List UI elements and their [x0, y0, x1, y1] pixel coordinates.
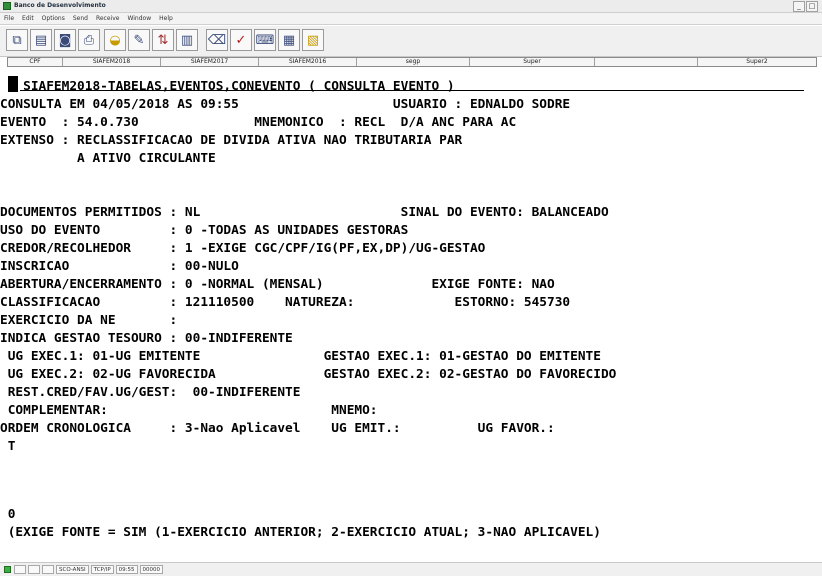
host-key-bar: CPF SIAFEM2018 SIAFEM2017 SIAFEM2016 seg…	[7, 57, 817, 67]
menu-window[interactable]: Window	[127, 13, 151, 24]
columns-icon[interactable]: ▥	[176, 29, 198, 51]
keyboard-icon[interactable]: ⌨	[254, 29, 276, 51]
window-titlebar: Banco de Desenvolvimento _ □	[0, 0, 822, 13]
status-box-3	[42, 565, 54, 574]
eraser-icon[interactable]: ⌫	[206, 29, 228, 51]
menu-receive[interactable]: Receive	[96, 13, 120, 24]
menu-edit[interactable]: Edit	[22, 13, 34, 24]
window-controls: _ □	[793, 1, 818, 12]
paste-icon[interactable]: ▤	[30, 29, 52, 51]
terminal-line-1: SIAFEM2018-TABELAS,EVENTOS,CONEVENTO ( C…	[0, 79, 455, 94]
key-segp[interactable]: segp	[357, 58, 470, 66]
terminal-line-9: CREDOR/RECOLHEDOR : 1 -EXIGE CGC/CPF/IG(…	[0, 241, 486, 256]
terminal-line-2: CONSULTA EM 04/05/2018 AS 09:55 USUARIO …	[0, 97, 571, 112]
terminal-line-19: ORDEM CRONOLOGICA : 3-Nao Aplicavel UG E…	[0, 421, 555, 436]
connection-status-icon	[4, 566, 11, 573]
key-super2[interactable]: Super2	[698, 58, 816, 66]
key-super[interactable]: Super	[470, 58, 595, 66]
toolbar: ⧉ ▤ ◙ ⎙ ◒ ✎ ⇅ ▥ ⌫ ✓ ⌨ ▦ ▧	[0, 26, 822, 57]
key-siafem2017[interactable]: SIAFEM2017	[161, 58, 259, 66]
terminal-line-16: UG EXEC.2: 02-UG FAVORECIDA GESTAO EXEC.…	[0, 367, 617, 382]
status-counter: 00000	[139, 565, 164, 574]
key-cpf[interactable]: CPF	[8, 58, 63, 66]
terminal-line-23: (EXIGE FONTE = SIM (1-EXERCICIO ANTERIOR…	[0, 525, 601, 540]
terminal-line-5: A ATIVO CIRCULANTE	[0, 151, 216, 166]
status-bar: SCO-ANSI TCP/IP 09:55 00000	[0, 562, 822, 576]
terminal-line-3: EVENTO : 54.0.730 MNEMONICO : RECL D/A A…	[0, 115, 517, 130]
terminal-line-11: ABERTURA/ENCERRAMENTO : 0 -NORMAL (MENSA…	[0, 277, 555, 292]
key-siafem2018[interactable]: SIAFEM2018	[63, 58, 161, 66]
status-box-2	[28, 565, 40, 574]
edit-icon[interactable]: ✎	[128, 29, 150, 51]
transfer-icon[interactable]: ◒	[104, 29, 126, 51]
terminal-line-14: INDICA GESTAO TESOURO : 00-INDIFERENTE	[0, 331, 293, 346]
window-title: Banco de Desenvolvimento	[14, 2, 106, 9]
terminal-screen[interactable]: SIAFEM2018-TABELAS,EVENTOS,CONEVENTO ( C…	[0, 70, 822, 554]
app-icon	[3, 2, 11, 10]
printer-icon[interactable]: ⎙	[78, 29, 100, 51]
terminal-line-7: DOCUMENTOS PERMITIDOS : NL SINAL DO EVEN…	[0, 205, 609, 220]
menu-file[interactable]: File	[4, 13, 14, 24]
toolbar-group-transfer: ◒ ✎ ⇅ ▥	[104, 29, 198, 51]
status-time: 09:55	[115, 565, 138, 574]
terminal-line-17: REST.CRED/FAV.UG/GEST: 00-INDIFERENTE	[0, 385, 301, 400]
menu-bar: File Edit Options Send Receive Window He…	[0, 13, 822, 25]
toolbar-group-edit: ⧉ ▤ ◙ ⎙	[6, 29, 100, 51]
terminal-line-13: EXERCICIO DA NE :	[0, 313, 178, 328]
key-siafem2016[interactable]: SIAFEM2016	[259, 58, 357, 66]
key-blank[interactable]	[595, 58, 698, 66]
status-protocol: TCP/IP	[90, 565, 114, 574]
terminal-line-10: INSCRICAO : 00-NULO	[0, 259, 239, 274]
camera-icon[interactable]: ◙	[54, 29, 76, 51]
status-boxes: SCO-ANSI TCP/IP 09:55 00000	[14, 565, 164, 574]
terminal-line-22: 0	[0, 507, 16, 522]
menu-help[interactable]: Help	[159, 13, 173, 24]
calculator-icon[interactable]: ▦	[278, 29, 300, 51]
copy-icon[interactable]: ⧉	[6, 29, 28, 51]
receive-icon[interactable]: ⇅	[152, 29, 174, 51]
terminal-line-12: CLASSIFICACAO : 121110500 NATUREZA: ESTO…	[0, 295, 571, 310]
toolbar-group-tools: ⌫ ✓ ⌨ ▦ ▧	[206, 29, 324, 51]
status-terminal-type: SCO-ANSI	[56, 565, 89, 574]
minimize-button[interactable]: _	[793, 1, 805, 12]
terminal-line-8: USO DO EVENTO : 0 -TODAS AS UNIDADES GES…	[0, 223, 409, 238]
terminal-line-15: UG EXEC.1: 01-UG EMITENTE GESTAO EXEC.1:…	[0, 349, 601, 364]
chart-icon[interactable]: ▧	[302, 29, 324, 51]
menu-send[interactable]: Send	[73, 13, 88, 24]
spellcheck-icon[interactable]: ✓	[230, 29, 252, 51]
terminal-line-4: EXTENSO : RECLASSIFICACAO DE DIVIDA ATIV…	[0, 133, 463, 148]
terminal-line-18: COMPLEMENTAR: MNEMO:	[0, 403, 378, 418]
menu-options[interactable]: Options	[42, 13, 65, 24]
maximize-button[interactable]: □	[806, 1, 818, 12]
terminal-line-20: T	[0, 439, 16, 454]
status-box-1	[14, 565, 26, 574]
